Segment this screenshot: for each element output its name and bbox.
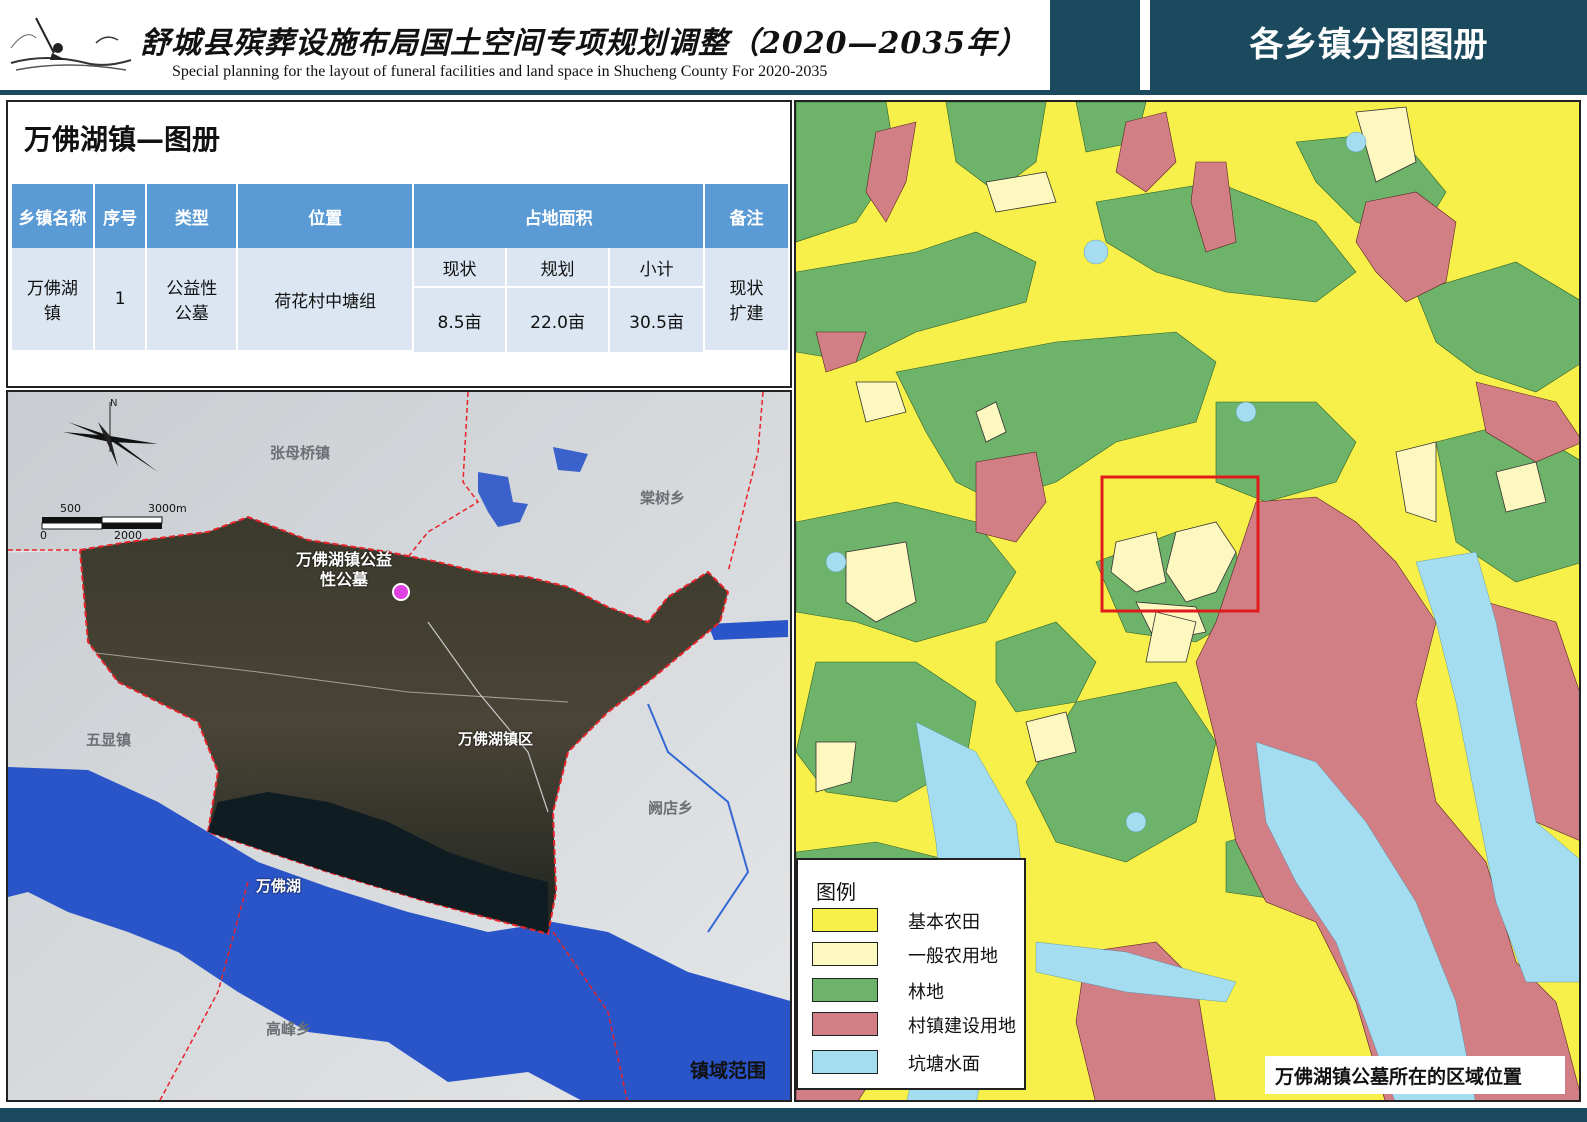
cell-type: 公益性公墓: [147, 248, 237, 352]
cell-town: 万佛湖镇: [12, 248, 93, 352]
legend-title: 图例: [816, 880, 856, 904]
legend-label: 村镇建设用地: [908, 1016, 1016, 1037]
col-area: 占地面积: [414, 184, 704, 248]
cell-note: 现状扩建: [705, 248, 788, 352]
cell-location: 荷花村中塘组: [238, 248, 413, 352]
section-title: 各乡镇分图图册: [1249, 25, 1488, 65]
footer-bar: [0, 1108, 1587, 1122]
town-title: 万佛湖镇—图册: [24, 123, 221, 156]
header-rule: [0, 90, 1587, 95]
label-zhangmuqiao: 张母桥镇: [270, 444, 331, 462]
scale-3000-label: 3000m: [148, 502, 187, 515]
label-gaofeng: 高峰乡: [266, 1020, 312, 1038]
cemetery-label: 万佛湖镇公益性公墓: [296, 550, 393, 589]
col-note: 备注: [705, 184, 788, 248]
subcol-subtotal: 小计: [610, 248, 704, 288]
cemetery-point[interactable]: [392, 583, 410, 601]
legend-swatch-general-farmland: [812, 942, 878, 966]
legend-label: 林地: [908, 982, 944, 1003]
legend-label: 一般农用地: [908, 946, 998, 967]
map-caption: 万佛湖镇公墓所在的区域位置: [1275, 1066, 1523, 1088]
north-label: N: [110, 398, 118, 409]
header-logo: [6, 8, 136, 80]
col-type: 类型: [147, 184, 237, 248]
label-tangshu: 棠树乡: [640, 489, 686, 507]
cell-planned: 22.0亩: [507, 288, 609, 352]
subcol-planned: 规划: [507, 248, 609, 288]
legend-swatch-water: [812, 1050, 878, 1074]
legend-swatch-construction: [812, 1012, 878, 1036]
legend-label: 基本农田: [908, 912, 980, 933]
label-wuxian: 五显镇: [86, 731, 132, 749]
scope-label: 镇域范围: [690, 1060, 767, 1082]
label-district: 万佛湖镇区: [458, 730, 534, 748]
header-separator: [1140, 0, 1150, 90]
scale-bar: [41, 516, 163, 530]
col-town: 乡镇名称: [12, 184, 93, 248]
cell-subtotal: 30.5亩: [610, 288, 704, 352]
cell-seq: 1: [94, 248, 146, 352]
facility-table: 乡镇名称 序号 类型 位置 占地面积 备注 万佛湖镇 1 公益性公墓 荷花村中塘…: [10, 184, 790, 352]
col-seq: 序号: [94, 184, 146, 248]
cell-current: 8.5亩: [414, 288, 506, 352]
scale-0-label: 0: [40, 529, 47, 542]
label-lake: 万佛湖: [256, 877, 302, 895]
legend-swatch-basic-farmland: [812, 908, 878, 932]
legend-swatch-forest: [812, 978, 878, 1002]
scale-500-label: 500: [60, 502, 81, 515]
label-queidian: 阙店乡: [648, 799, 694, 817]
col-location: 位置: [238, 184, 413, 248]
header-title-en: Special planning for the layout of funer…: [172, 63, 828, 80]
town-boundary-map: N 500 3000m 0 2000 张母桥镇 棠树乡 五显镇 阙店乡 高峰乡 …: [6, 390, 792, 1102]
scale-2000-label: 2000: [114, 529, 142, 542]
subcol-current: 现状: [414, 248, 506, 288]
header-divider-block: [1050, 0, 1140, 90]
header-title-cn: 舒城县殡葬设施布局国土空间专项规划调整（2020—2035年）: [140, 26, 1028, 61]
legend-label: 坑塘水面: [908, 1054, 980, 1075]
table-row: 万佛湖镇 1 公益性公墓 荷花村中塘组 现状 规划 小计 现状扩建: [12, 248, 788, 352]
